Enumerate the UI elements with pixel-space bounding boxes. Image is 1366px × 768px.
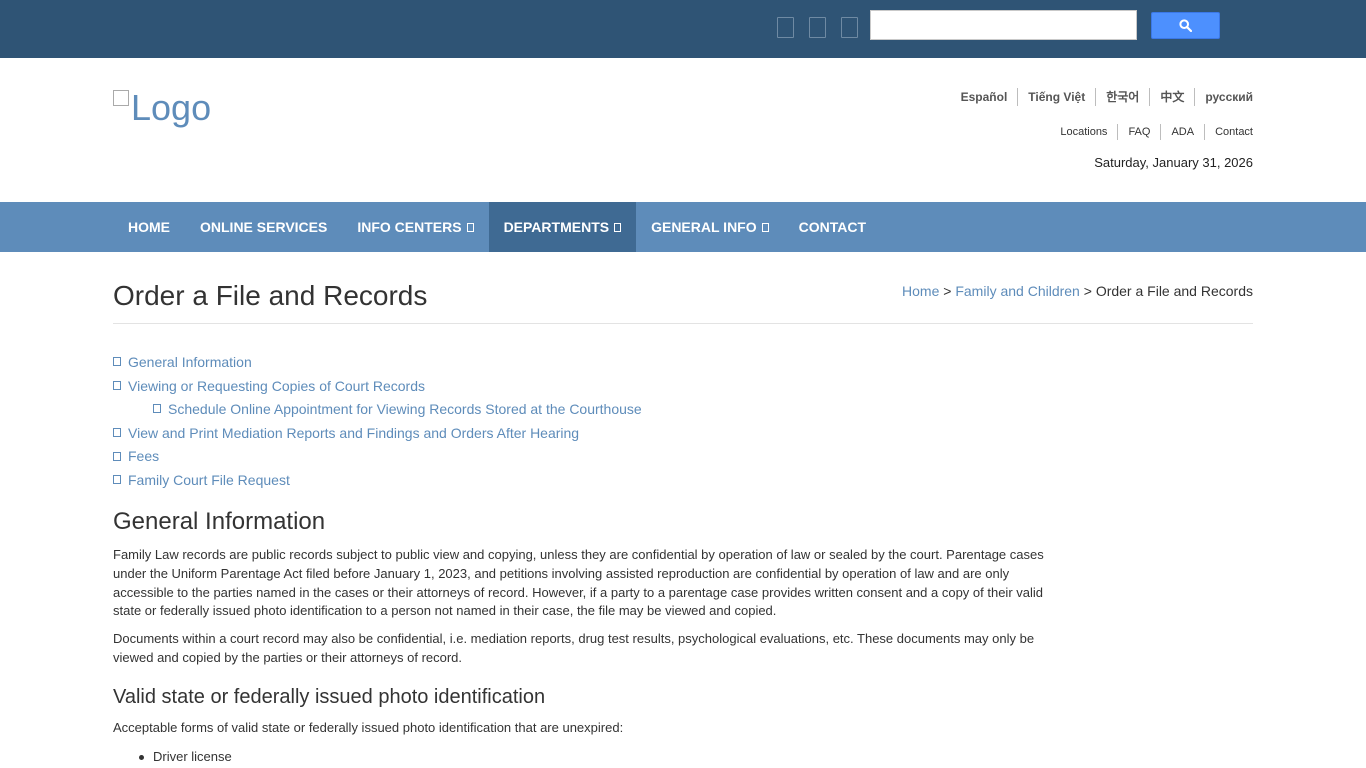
main-nav: HOME ONLINE SERVICES INFO CENTERS DEPART… <box>0 202 1366 252</box>
toc-link-schedule-appointment[interactable]: Schedule Online Appointment for Viewing … <box>113 399 642 423</box>
paragraph-confidential-documents: Documents within a court record may also… <box>113 631 1035 665</box>
link-icon <box>113 380 121 390</box>
nav-online-services-label: ONLINE SERVICES <box>200 219 328 235</box>
breadcrumb-current: Order a File and Records <box>1095 283 1253 299</box>
lang-link-ru[interactable]: русский <box>1194 88 1253 106</box>
toc-label: Family Court File Request <box>128 471 290 488</box>
link-icon <box>113 451 121 461</box>
toc-label: Schedule Online Appointment for Viewing … <box>168 401 642 418</box>
id-list: Driver license <box>139 748 232 766</box>
nav-departments[interactable]: DEPARTMENTS <box>488 202 637 252</box>
nav-info-centers[interactable]: INFO CENTERS <box>342 202 488 252</box>
nav-home[interactable]: HOME <box>113 202 185 252</box>
faq-link[interactable]: FAQ <box>1117 124 1160 140</box>
toc-link-fees[interactable]: Fees <box>113 446 642 470</box>
breadcrumb-family-and-children[interactable]: Family and Children <box>955 283 1080 299</box>
nav-home-label: HOME <box>128 219 170 235</box>
logo[interactable]: Logo <box>113 88 211 128</box>
nav-info-centers-label: INFO CENTERS <box>357 219 462 235</box>
top-bar <box>0 0 1366 58</box>
current-date: Saturday, January 31, 2026 <box>1094 155 1253 170</box>
nav-contact-label: CONTACT <box>798 219 867 235</box>
link-icon <box>113 475 121 485</box>
section-heading-photo-id: Valid state or federally issued photo id… <box>113 686 546 708</box>
search-button[interactable] <box>1151 12 1220 39</box>
toc-label: Fees <box>128 448 160 465</box>
link-icon <box>113 357 121 367</box>
nav-contact[interactable]: CONTACT <box>784 202 881 252</box>
paragraph-acceptable-id: Acceptable forms of valid state or feder… <box>113 720 624 735</box>
utility-links: Locations FAQ ADA Contact <box>1050 124 1253 140</box>
toc-link-general-information[interactable]: General Information <box>113 352 642 376</box>
link-icon <box>153 404 161 414</box>
breadcrumb-home[interactable]: Home <box>902 283 939 299</box>
lang-link-vi[interactable]: Tiếng Việt <box>1017 88 1095 106</box>
dropdown-icon <box>761 222 769 232</box>
search-icon <box>1179 19 1192 32</box>
logo-alt-text: Logo <box>131 87 212 128</box>
link-icon <box>113 428 121 438</box>
list-item: Driver license <box>139 749 232 764</box>
toc-link-file-request[interactable]: Family Court File Request <box>113 470 642 494</box>
contact-link[interactable]: Contact <box>1204 124 1253 140</box>
dropdown-icon <box>614 222 622 232</box>
toc-label: General Information <box>128 354 252 370</box>
facebook-icon[interactable] <box>777 17 794 38</box>
youtube-icon[interactable] <box>841 17 858 38</box>
toc-label: View and Print Mediation Reports and Fin… <box>128 424 580 441</box>
breadcrumb-separator: > <box>1083 283 1092 299</box>
nav-general-info[interactable]: GENERAL INFO <box>636 202 784 252</box>
nav-online-services[interactable]: ONLINE SERVICES <box>185 202 342 252</box>
toc-link-mediation-reports[interactable]: View and Print Mediation Reports and Fin… <box>113 423 642 447</box>
twitter-icon[interactable] <box>809 17 826 38</box>
toc-label: Viewing or Requesting Copies of Court Re… <box>128 377 426 394</box>
toc-link-viewing-requesting-copies[interactable]: Viewing or Requesting Copies of Court Re… <box>113 376 642 400</box>
locations-link[interactable]: Locations <box>1050 124 1117 140</box>
divider <box>113 323 1253 324</box>
broken-image-icon <box>113 90 129 106</box>
paragraph-public-records: Family Law records are public records su… <box>113 547 1044 619</box>
lang-link-es[interactable]: Español <box>951 88 1018 106</box>
dropdown-icon <box>466 222 474 232</box>
nav-general-info-label: GENERAL INFO <box>651 219 757 235</box>
ada-link[interactable]: ADA <box>1160 124 1204 140</box>
lang-link-ko[interactable]: 한국어 <box>1095 88 1149 106</box>
page-title: Order a File and Records <box>113 280 428 311</box>
nav-departments-label: DEPARTMENTS <box>503 219 610 235</box>
breadcrumb: Home > Family and Children > Order a Fil… <box>902 283 1253 299</box>
table-of-contents: General Information Viewing or Requestin… <box>113 352 642 494</box>
lang-link-zh[interactable]: 中文 <box>1149 88 1194 106</box>
breadcrumb-separator: > <box>943 283 952 299</box>
language-links: Español Tiếng Việt 한국어 中文 русский <box>951 88 1253 106</box>
search-input[interactable] <box>870 10 1137 40</box>
section-heading-general-information: General Information <box>113 508 326 535</box>
